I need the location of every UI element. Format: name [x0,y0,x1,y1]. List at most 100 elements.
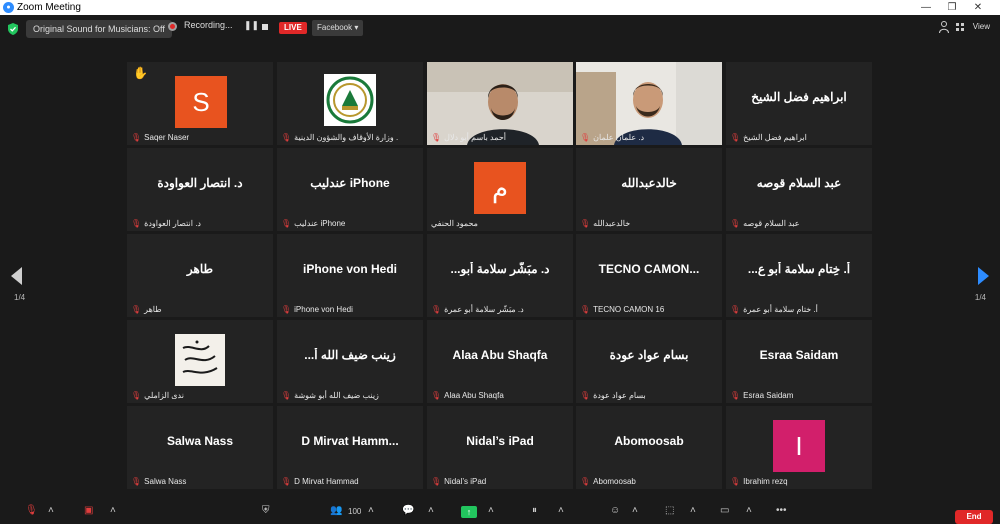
security-shield-icon[interactable]: ⛨ [262,505,270,516]
start-video-icon[interactable]: ▣ [84,505,93,516]
unmute-mic-icon[interactable]: 🎙 [25,505,38,516]
video-options-chevron-icon[interactable]: ˄ [110,505,116,516]
reactions-icon[interactable]: ☺ [610,505,620,516]
minimize-icon[interactable]: — [916,0,936,15]
participant-tile[interactable]: Esraa Saidam 🎙 Esraa Saidam [726,320,872,403]
participant-tile[interactable]: عبد السلام قوصه 🎙 عبد السلام قوصه [726,148,872,231]
muted-mic-icon: 🎙 [730,477,741,486]
participant-tile[interactable]: Nidal’s iPad 🎙 Nidal’s iPad [427,406,573,489]
stop-recording-button[interactable] [262,24,268,30]
participant-tile[interactable]: Abomoosab 🎙 Abomoosab [576,406,722,489]
page-indicator-right: 1/4 [974,293,986,302]
participant-name: Ibrahim rezq [743,477,788,486]
participant-name: د. علمان علمان [593,133,645,142]
participants-icon[interactable]: 👥 [330,505,342,516]
participant-tile[interactable]: 🎙 أحمد باسم أبو دلال [427,62,573,145]
muted-mic-icon: 🎙 [730,133,741,142]
muted-mic-icon: 🎙 [131,391,142,400]
previous-page-arrow-icon[interactable] [11,267,22,285]
muted-mic-icon: 🎙 [131,133,142,142]
participant-tile[interactable]: Alaa Abu Shaqfa 🎙 Alaa Abu Shaqfa [427,320,573,403]
pause-recording-button[interactable]: ❚❚ [244,20,259,31]
participant-name: خالدعبدالله [593,219,631,228]
end-meeting-button[interactable]: End [955,510,993,524]
raised-hand-icon: ✋ [133,66,148,80]
whiteboard-icon[interactable]: ▭ [720,505,729,516]
chat-icon[interactable]: 💬 [402,505,414,516]
next-page-arrow-icon[interactable] [978,267,989,285]
participant-display-name: iPhone von Hedi [302,262,397,276]
participant-name: محمود الحنفي [431,219,478,228]
muted-mic-icon: 🎙 [580,305,591,314]
encryption-shield-icon[interactable] [7,23,19,35]
participant-tile[interactable]: بسام عواد عودة 🎙 بسام عواد عودة [576,320,722,403]
muted-mic-icon: 🎙 [281,391,292,400]
share-screen-icon[interactable]: ↑ [461,506,477,518]
participant-tile[interactable]: 🎙 وزارة الأوقاف والشؤون الدينية . [277,62,423,145]
apps-chevron-icon[interactable]: ˄ [690,505,696,516]
participant-tile[interactable]: TECNO CAMON... 🎙 TECNO CAMON 16 [576,234,722,317]
muted-mic-icon: 🎙 [580,133,591,142]
audio-options-chevron-icon[interactable]: ˄ [48,505,54,516]
participants-chevron-icon[interactable]: ˄ [368,505,374,516]
participant-name: Salwa Nass [144,477,187,486]
window-title: Zoom Meeting [17,2,81,13]
participant-tile[interactable]: Salwa Nass 🎙 Salwa Nass [127,406,273,489]
participant-name: د. انتصار العواودة [144,219,201,228]
participant-tile[interactable]: د. انتصار العواودة 🎙 د. انتصار العواودة [127,148,273,231]
original-sound-button[interactable]: Original Sound for Musicians: Off [26,20,172,38]
participant-tile[interactable]: 🎙 ندى الزاملي [127,320,273,403]
participant-display-name: TECNO CAMON... [598,262,700,276]
participant-tile[interactable]: D Mirvat Hamm... 🎙 D Mirvat Hammad [277,406,423,489]
close-icon[interactable]: ✕ [968,0,988,15]
participant-name: TECNO CAMON 16 [593,305,665,314]
record-icon[interactable]: ⏸ [532,505,537,516]
grid-view-icon[interactable] [956,23,964,31]
muted-mic-icon: 🎙 [281,305,292,314]
participant-tile[interactable]: I 🎙 Ibrahim rezq [726,406,872,489]
muted-mic-icon: 🎙 [281,219,292,228]
zoom-logo-icon: ● [3,2,14,13]
user-icon[interactable] [939,21,949,33]
participant-display-name: Alaa Abu Shaqfa [452,348,548,362]
avatar: م [474,162,526,214]
maximize-icon[interactable]: ❐ [942,0,962,15]
muted-mic-icon: 🎙 [730,305,741,314]
participant-name: أ. ختام سلامة أبو عمرة [743,305,818,314]
record-chevron-icon[interactable]: ˄ [558,505,564,516]
participant-tile[interactable]: خالدعبدالله 🎙 خالدعبدالله [576,148,722,231]
participant-display-name: ...أ. خِتام سلامة أبو ع [747,262,851,276]
muted-mic-icon: 🎙 [281,477,292,486]
participant-tile[interactable]: ...أ. خِتام سلامة أبو ع 🎙 أ. ختام سلامة أ… [726,234,872,317]
muted-mic-icon: 🎙 [431,477,442,486]
muted-mic-icon: 🎙 [580,477,591,486]
chat-chevron-icon[interactable]: ˄ [428,505,434,516]
participant-tile[interactable]: عندليب iPhone 🎙 عندليب iPhone [277,148,423,231]
apps-icon[interactable]: ⬚ [665,505,674,516]
participant-tile[interactable]: طاهر 🎙 طاهر [127,234,273,317]
participant-display-name: D Mirvat Hamm... [301,434,399,448]
muted-mic-icon: 🎙 [131,219,142,228]
participant-name: وزارة الأوقاف والشؤون الدينية . [294,133,399,142]
participant-tile[interactable]: ...زينب ضيف الله أ 🎙 زينب ضيف الله أبو شو… [277,320,423,403]
participant-name: بسام عواد عودة [593,391,646,400]
participant-display-name: د. انتصار العواودة [157,176,243,190]
participant-display-name: ...د. مبَشّر سلامة أبو [450,262,550,276]
participant-tile[interactable]: ...د. مبَشّر سلامة أبو 🎙 د. مبَشّر سلامة … [427,234,573,317]
participant-tile[interactable]: iPhone von Hedi 🎙 iPhone von Hedi [277,234,423,317]
participant-tile[interactable]: م محمود الحنفي [427,148,573,231]
participant-display-name: Salwa Nass [166,434,234,448]
recording-status: Recording... [184,20,233,30]
view-button[interactable]: View [973,22,990,31]
participant-name: Saqer Naser [144,133,190,142]
participant-name: طاهر [144,305,162,314]
reactions-chevron-icon[interactable]: ˄ [632,505,638,516]
more-options-icon[interactable]: ••• [776,505,787,516]
facebook-stream-dropdown[interactable]: Facebook ▾ [312,20,364,36]
participant-display-name: خالدعبدالله [621,176,677,190]
participant-tile[interactable]: ابراهيم فضل الشيخ 🎙 ابراهيم فضل الشيخ [726,62,872,145]
share-chevron-icon[interactable]: ˄ [488,505,494,516]
active-speaker-tile[interactable]: 🎙 د. علمان علمان [576,62,722,145]
whiteboard-chevron-icon[interactable]: ˄ [746,505,752,516]
participant-tile[interactable]: S 🎙 Saqer Naser [127,62,273,145]
